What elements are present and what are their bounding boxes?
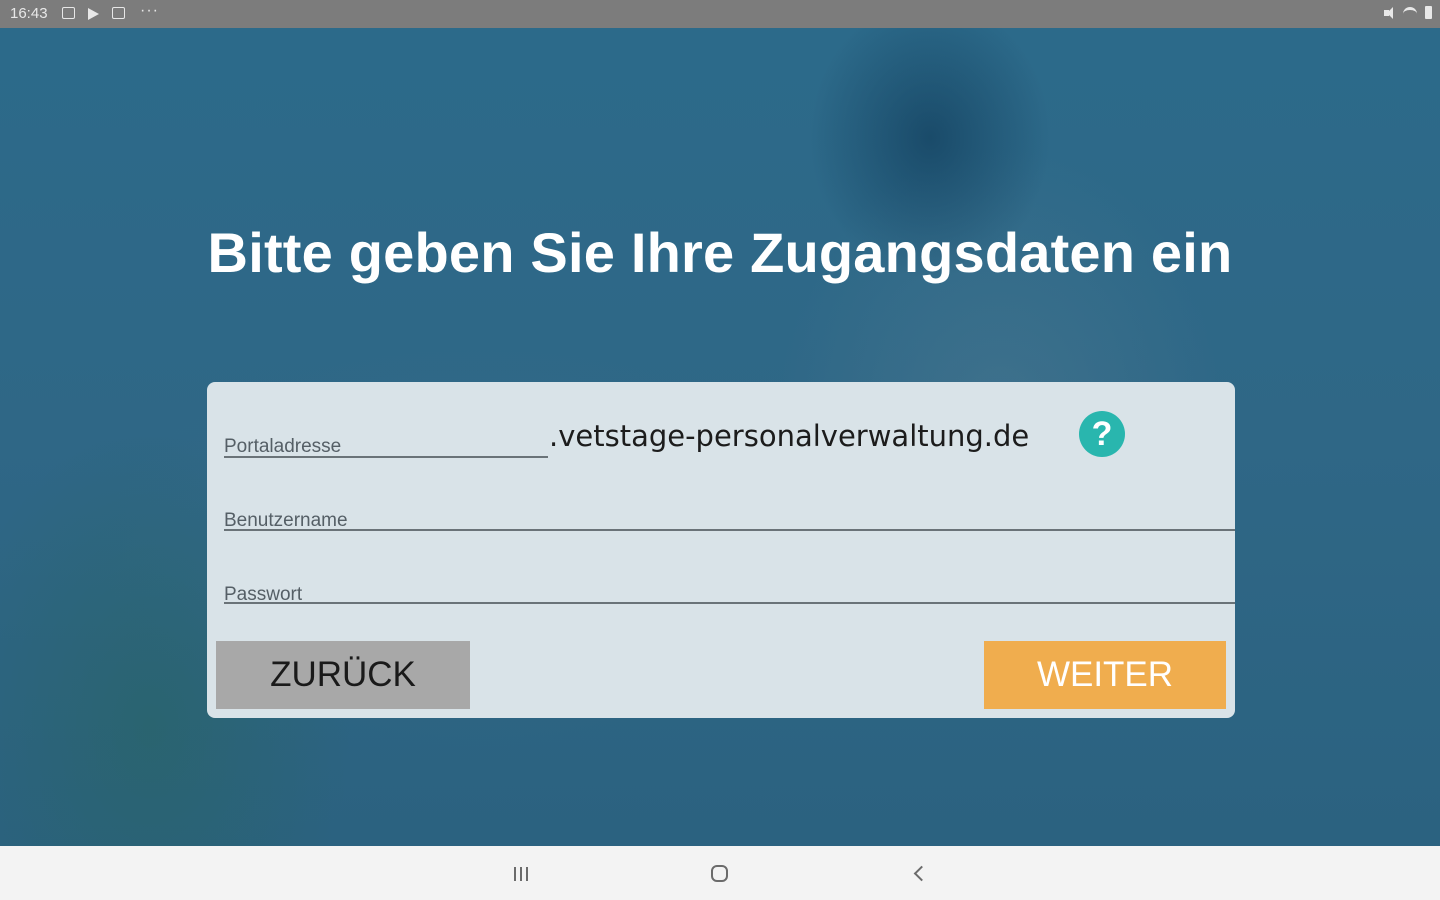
status-time: 16:43 bbox=[10, 5, 48, 22]
help-icon[interactable]: ? bbox=[1079, 411, 1125, 457]
battery-icon bbox=[1425, 6, 1432, 19]
password-field[interactable]: Passwort bbox=[224, 570, 1235, 606]
login-card: Portaladresse .vetstage-personalverwaltu… bbox=[207, 382, 1235, 718]
navigation-bar bbox=[0, 846, 1440, 900]
play-icon bbox=[88, 8, 99, 20]
username-field[interactable]: Benutzername bbox=[224, 496, 1235, 532]
portal-address-underline bbox=[224, 456, 548, 458]
back-button[interactable]: ZURÜCK bbox=[216, 641, 470, 709]
recent-apps-icon[interactable] bbox=[514, 867, 528, 881]
portal-address-field[interactable]: Portaladresse bbox=[224, 422, 548, 458]
mute-icon bbox=[1384, 6, 1395, 19]
portal-address-placeholder: Portaladresse bbox=[224, 436, 342, 457]
password-underline bbox=[224, 602, 1235, 604]
portal-domain-suffix: .vetstage-personalverwaltung.de bbox=[549, 419, 1030, 453]
back-icon[interactable] bbox=[913, 865, 930, 882]
cast-icon bbox=[112, 7, 125, 19]
gallery-icon bbox=[62, 7, 75, 19]
login-screen: Bitte geben Sie Ihre Zugangsdaten ein Po… bbox=[0, 28, 1440, 846]
home-icon[interactable] bbox=[711, 865, 728, 882]
next-button[interactable]: WEITER bbox=[984, 641, 1226, 709]
page-title: Bitte geben Sie Ihre Zugangsdaten ein bbox=[207, 221, 1233, 284]
status-bar: 16:43 ··· bbox=[0, 0, 1440, 28]
wifi-icon bbox=[1403, 6, 1417, 19]
overflow-dots: ··· bbox=[140, 2, 159, 19]
status-right-icons bbox=[1384, 6, 1432, 19]
username-underline bbox=[224, 529, 1235, 531]
